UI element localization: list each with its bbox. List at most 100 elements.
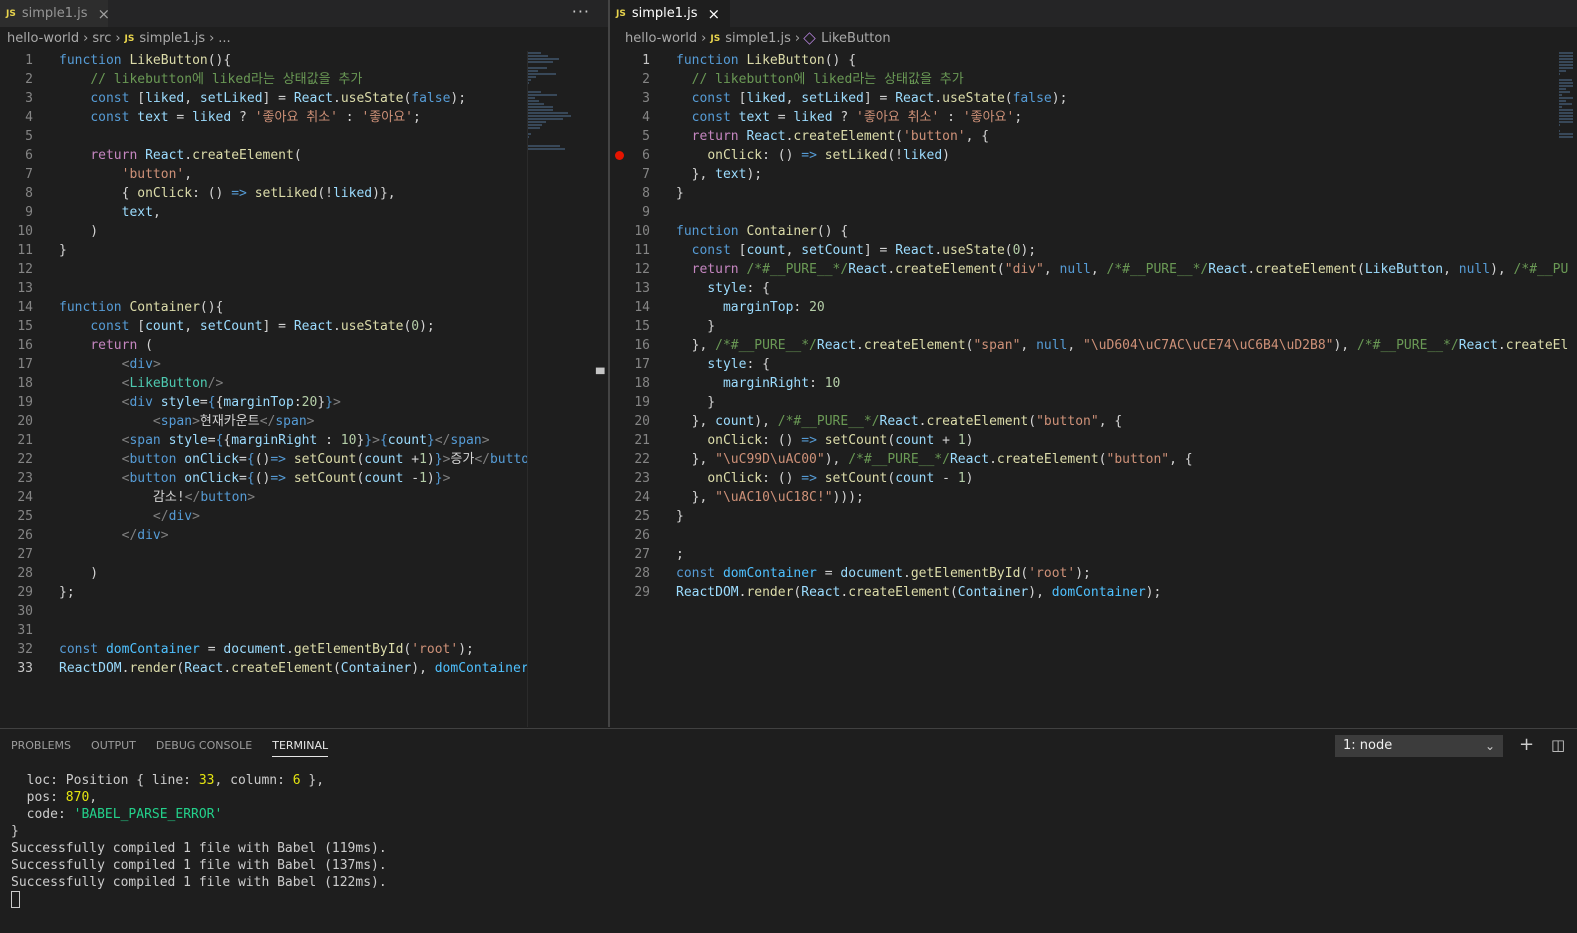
tab-terminal[interactable]: TERMINAL (272, 739, 329, 757)
code-line[interactable]: 6 onClick: () => setLiked(!liked) (610, 146, 1577, 165)
code-line[interactable]: 18 marginRight: 10 (610, 374, 1577, 393)
code-editor[interactable]: 1 function LikeButton() {2 // likebutton에… (610, 51, 1577, 602)
breadcrumb-symbol[interactable]: LikeButton (821, 31, 890, 46)
code-line[interactable]: 6 return React.createElement( (0, 146, 608, 165)
code-line[interactable]: 5 (0, 127, 608, 146)
breadcrumb-symbol[interactable]: ... (218, 31, 230, 46)
code-line[interactable]: 26 </div> (0, 526, 608, 545)
code-line[interactable]: 15 } (610, 317, 1577, 336)
code-line[interactable]: 9 text, (0, 203, 608, 222)
code-line[interactable]: 28 const domContainer = document.getEleme… (610, 564, 1577, 583)
code-line[interactable]: 21 onClick: () => setCount(count + 1) (610, 431, 1577, 450)
code-line[interactable]: 17 style: { (610, 355, 1577, 374)
code-line[interactable]: 21 <span style={{marginRight : 10}}>{cou… (0, 431, 608, 450)
breadcrumb-folder[interactable]: hello-world (7, 31, 79, 46)
code-line[interactable]: 19 <div style={{marginTop:20}}> (0, 393, 608, 412)
code-line[interactable]: 14 marginTop: 20 (610, 298, 1577, 317)
code-line[interactable]: 31 (0, 621, 608, 640)
close-icon[interactable]: × (98, 5, 111, 23)
code-line[interactable]: 13 style: { (610, 279, 1577, 298)
code-line[interactable]: 9 (610, 203, 1577, 222)
tab-simple1-js-left[interactable]: JS simple1.js × (0, 0, 111, 27)
code-line[interactable]: 26 (610, 526, 1577, 545)
minimap-line (1559, 121, 1573, 123)
terminal-select[interactable]: 1: node ⌄ (1335, 735, 1503, 757)
line-number: 25 (634, 509, 650, 524)
split-terminal-icon[interactable]: ◫ (1551, 736, 1565, 754)
breadcrumb-folder[interactable]: hello-world (625, 31, 697, 46)
code-line[interactable]: 27; (610, 545, 1577, 564)
close-icon[interactable]: × (708, 5, 721, 23)
line-number: 22 (17, 452, 33, 467)
breadcrumb-folder[interactable]: src (92, 31, 111, 46)
line-text: <button onClick={()=> setCount(count +1)… (121, 452, 537, 467)
code-line[interactable]: 27 (0, 545, 608, 564)
code-line[interactable]: 15 const [count, setCount] = React.useSt… (0, 317, 608, 336)
code-line[interactable]: 24 }, "\uAC10\uC18C!"))); (610, 488, 1577, 507)
minimap[interactable] (527, 51, 590, 727)
code-line[interactable]: 13 (0, 279, 608, 298)
code-line[interactable]: 18 <LikeButton/> (0, 374, 608, 393)
code-line[interactable]: 8 { onClick: () => setLiked(!liked)}, (0, 184, 608, 203)
code-line[interactable]: 3 const [liked, setLiked] = React.useSta… (610, 89, 1577, 108)
code-line[interactable]: 2 // likebutton에 liked라는 상태값을 추가 (610, 70, 1577, 89)
chevron-right-icon: › (701, 31, 707, 46)
tab-debug-console[interactable]: DEBUG CONSOLE (156, 739, 252, 757)
code-line[interactable]: 5 return React.createElement('button', { (610, 127, 1577, 146)
code-line[interactable]: 10 ) (0, 222, 608, 241)
minimap-line (1559, 118, 1573, 120)
tab-output[interactable]: OUTPUT (91, 739, 136, 757)
code-line[interactable]: 14 function Container(){ (0, 298, 608, 317)
tab-problems[interactable]: PROBLEMS (11, 739, 71, 757)
code-line[interactable]: 11} (0, 241, 608, 260)
code-line[interactable]: 16 return ( (0, 336, 608, 355)
code-line[interactable]: 32 const domContainer = document.getEleme… (0, 640, 608, 659)
code-line[interactable]: 7 'button', (0, 165, 608, 184)
more-actions-icon[interactable]: ··· (572, 2, 590, 21)
code-editor[interactable]: 1 function LikeButton(){2 // likebutton에 … (0, 51, 608, 678)
code-line[interactable]: 16 }, /*#__PURE__*/React.createElement("… (610, 336, 1577, 355)
code-line[interactable]: 1 function LikeButton(){ (0, 51, 608, 70)
new-terminal-icon[interactable]: + (1519, 734, 1534, 755)
minimap-line (1559, 124, 1560, 126)
code-line[interactable]: 17 <div> (0, 355, 608, 374)
line-text: return ( (90, 338, 153, 353)
code-line[interactable]: 33 ReactDOM.render(React.createElement(Co… (0, 659, 608, 678)
code-line[interactable]: 22 <button onClick={()=> setCount(count … (0, 450, 608, 469)
code-line[interactable]: 30 (0, 602, 608, 621)
code-line[interactable]: 25 </div> (0, 507, 608, 526)
terminal-line: Successfully compiled 1 file with Babel … (11, 875, 387, 890)
code-line[interactable]: 7 }, text); (610, 165, 1577, 184)
tab-simple1-js-right[interactable]: JS simple1.js × (610, 0, 730, 27)
code-line[interactable]: 10 function Container() { (610, 222, 1577, 241)
code-line[interactable]: 29 ReactDOM.render(React.createElement(Co… (610, 583, 1577, 602)
code-line[interactable]: 3 const [liked, setLiked] = React.useSta… (0, 89, 608, 108)
code-line[interactable]: 2 // likebutton에 liked라는 상태값을 추가 (0, 70, 608, 89)
code-line[interactable]: 4 const text = liked ? '좋아요 취소' : '좋아요'; (610, 108, 1577, 127)
breadcrumb-file[interactable]: simple1.js (139, 31, 205, 46)
code-line[interactable]: 28 ) (0, 564, 608, 583)
code-line[interactable]: 29}; (0, 583, 608, 602)
terminal-prompt[interactable] (11, 891, 387, 908)
breakpoint-icon[interactable] (615, 151, 624, 160)
minimap-line (528, 76, 536, 78)
code-line[interactable]: 8} (610, 184, 1577, 203)
code-line[interactable]: 20 }, count), /*#__PURE__*/React.createE… (610, 412, 1577, 431)
code-line[interactable]: 1 function LikeButton() { (610, 51, 1577, 70)
line-text: onClick: () => setCount(count + 1) (707, 433, 974, 448)
code-line[interactable]: 12 return /*#__PURE__*/React.createEleme… (610, 260, 1577, 279)
code-line[interactable]: 4 const text = liked ? '좋아요 취소' : '좋아요'; (0, 108, 608, 127)
code-line[interactable]: 12 (0, 260, 608, 279)
line-text: ; (676, 547, 684, 562)
breadcrumb-file[interactable]: simple1.js (725, 31, 791, 46)
code-line[interactable]: 24 감소!</button> (0, 488, 608, 507)
code-line[interactable]: 20 <span>현재카운트</span> (0, 412, 608, 431)
code-line[interactable]: 22 }, "\uC99D\uAC00"), /*#__PURE__*/Reac… (610, 450, 1577, 469)
code-line[interactable]: 11 const [count, setCount] = React.useSt… (610, 241, 1577, 260)
code-line[interactable]: 19 } (610, 393, 1577, 412)
terminal-output[interactable]: loc: Position { line: 33, column: 6 }, p… (11, 772, 387, 908)
code-line[interactable]: 25} (610, 507, 1577, 526)
code-line[interactable]: 23 <button onClick={()=> setCount(count … (0, 469, 608, 488)
minimap[interactable] (1559, 51, 1577, 727)
code-line[interactable]: 23 onClick: () => setCount(count - 1) (610, 469, 1577, 488)
